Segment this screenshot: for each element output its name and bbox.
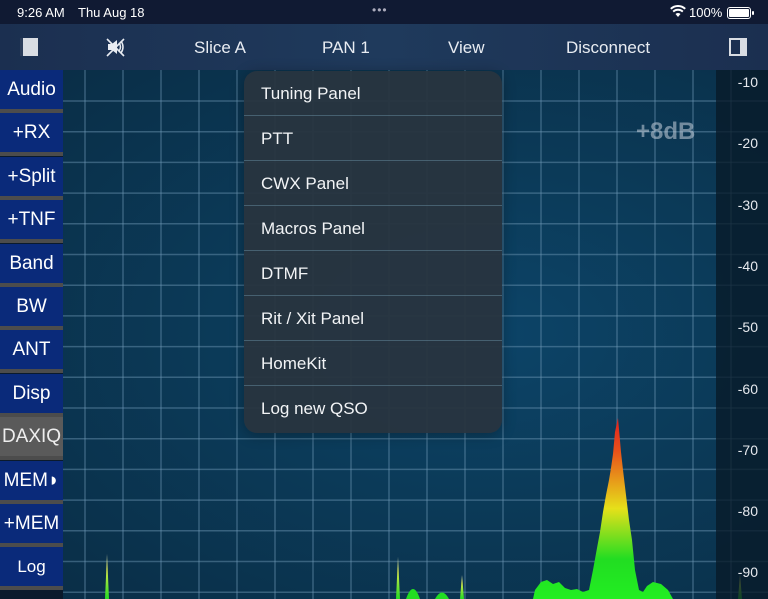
sidebar-button-rx[interactable]: +RX (0, 113, 63, 157)
status-date: Thu Aug 18 (78, 5, 145, 20)
db-scale-label: -70 (737, 441, 758, 458)
db-scale-label: -40 (737, 257, 758, 274)
db-scale-label: -80 (737, 503, 758, 520)
db-scale-label: -30 (737, 196, 758, 213)
slice-selector[interactable]: Slice A (194, 38, 246, 58)
menu-item-tuning-panel[interactable]: Tuning Panel (244, 71, 502, 116)
sidebar-button-daxiq[interactable]: DAXIQ (0, 417, 63, 461)
sidebar-button-disp[interactable]: Disp (0, 373, 63, 417)
signal-trace (105, 418, 742, 599)
disconnect-button[interactable]: Disconnect (566, 38, 650, 58)
signal-spike (396, 557, 400, 599)
signal-bump (435, 592, 449, 599)
menu-item-dtmf[interactable]: DTMF (244, 251, 502, 296)
sidebar-left-icon[interactable] (20, 38, 38, 56)
sidebar-button-tnf[interactable]: +TNF (0, 200, 63, 244)
db-scale-label: -50 (737, 319, 758, 336)
multitasking-dots[interactable]: ••• (372, 3, 388, 17)
db-scale-label: -10 (737, 74, 758, 90)
view-menu-button[interactable]: View (448, 38, 485, 58)
sidebar-button-ant[interactable]: ANT (0, 330, 63, 374)
db-scale-label: -90 (737, 564, 758, 581)
sidebar-button-mem[interactable]: MEM◗ (0, 460, 63, 504)
sidebar-button-audio[interactable]: Audio (0, 70, 63, 113)
menu-item-log-new-qso[interactable]: Log new QSO (244, 386, 502, 431)
battery-icon (727, 7, 754, 19)
signal-peak (533, 418, 673, 599)
view-dropdown-menu: Tuning Panel PTT CWX Panel Macros Panel DTMF… (244, 71, 502, 433)
sidebar-right-icon[interactable] (729, 38, 747, 56)
pan-selector[interactable]: PAN 1 (322, 38, 370, 58)
menu-item-rit-xit-panel[interactable]: Rit / Xit Panel (244, 296, 502, 341)
top-toolbar: Slice A PAN 1 View Disconnect (0, 24, 768, 70)
menu-item-homekit[interactable]: HomeKit (244, 341, 502, 386)
gain-label: +8dB (636, 118, 696, 145)
sidebar-button-bw[interactable]: BW (0, 287, 63, 330)
menu-item-ptt[interactable]: PTT (244, 116, 502, 161)
signal-spike (460, 575, 464, 599)
status-bar: 9:26 AM Thu Aug 18 ••• 100% (0, 0, 768, 24)
wifi-icon (670, 4, 686, 17)
db-scale-label: -20 (737, 135, 758, 152)
sidebar-button-log[interactable]: Log (0, 547, 63, 591)
signal-bump (406, 589, 420, 599)
db-scale-label: -60 (737, 380, 758, 397)
left-sidebar: Audio +RX +Split +TNF Band BW ANT Disp DAXIQ MEM◗… (0, 70, 63, 599)
menu-item-macros-panel[interactable]: Macros Panel (244, 206, 502, 251)
menu-item-cwx-panel[interactable]: CWX Panel (244, 161, 502, 206)
sidebar-button-mem[interactable]: +MEM (0, 504, 63, 547)
sidebar-button-band[interactable]: Band (0, 243, 63, 287)
db-scale[interactable]: -10 -20 -30 -40 -50 -60 -70 -80 -90 (716, 70, 768, 599)
status-time: 9:26 AM (17, 5, 65, 20)
speaker-muted-icon[interactable] (104, 36, 126, 58)
battery-percent: 100% (689, 5, 723, 20)
sidebar-button-split[interactable]: +Split (0, 156, 63, 200)
